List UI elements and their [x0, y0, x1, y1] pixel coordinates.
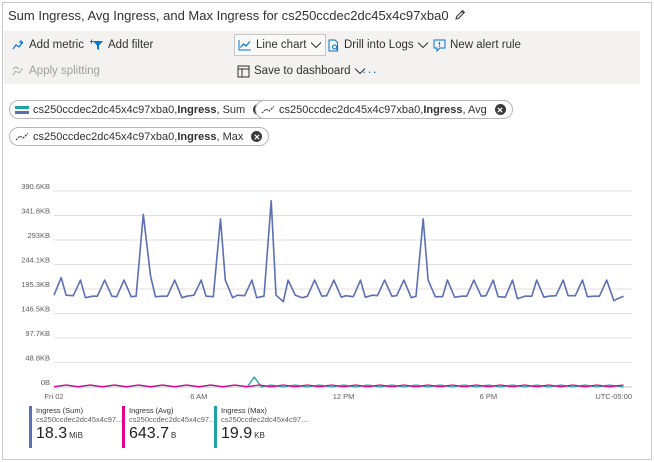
y-tick-label: 48.8KB [25, 354, 50, 363]
x-tick-label: 6 PM [480, 392, 498, 401]
legend-color-bar [214, 406, 217, 448]
y-tick-label: 0B [41, 378, 50, 387]
legend-unit: B [171, 431, 177, 440]
legend-color-bar [29, 406, 32, 448]
legend-item-max[interactable]: Ingress (Max) cs250ccdec2dc45x4c97... 19… [214, 406, 307, 448]
y-tick-label: 195.3KB [21, 280, 50, 289]
x-tick-label: 12 PM [333, 392, 355, 401]
legend-resource: cs250ccdec2dc45x4c97... [36, 415, 123, 424]
legend-unit: MiB [69, 431, 83, 440]
legend-value: 19.9 [221, 425, 253, 442]
legend-resource: cs250ccdec2dc45x4c97... [129, 415, 216, 424]
timezone-label: UTC-05:00 [595, 392, 632, 401]
legend-color-bar [122, 406, 125, 448]
ingress-line-chart[interactable]: 390.6KB 341.8KB 293KB 244.1KB 195.3KB 146.5KB… [0, 0, 654, 405]
y-tick-label: 146.5KB [21, 304, 50, 313]
y-tick-label: 244.1KB [21, 256, 50, 265]
x-tick-label: Fri 02 [44, 392, 63, 401]
legend-unit: KB [254, 431, 265, 440]
y-tick-label: 293KB [27, 231, 50, 240]
y-tick-label: 390.6KB [21, 182, 50, 191]
x-tick-label: 6 AM [190, 392, 207, 401]
legend-item-sum[interactable]: Ingress (Sum) cs250ccdec2dc45x4c97... 18… [29, 406, 122, 448]
y-tick-label: 97.7KB [25, 329, 50, 338]
legend-item-avg[interactable]: Ingress (Avg) cs250ccdec2dc45x4c97... 64… [122, 406, 215, 448]
legend-value: 18.3 [36, 425, 68, 442]
legend-series-name: Ingress (Avg) [129, 406, 174, 415]
legend-series-name: Ingress (Max) [221, 406, 267, 415]
legend-series-name: Ingress (Sum) [36, 406, 84, 415]
legend-resource: cs250ccdec2dc45x4c97... [221, 415, 308, 424]
legend-value: 643.7 [129, 425, 170, 442]
y-tick-label: 341.8KB [21, 206, 50, 215]
